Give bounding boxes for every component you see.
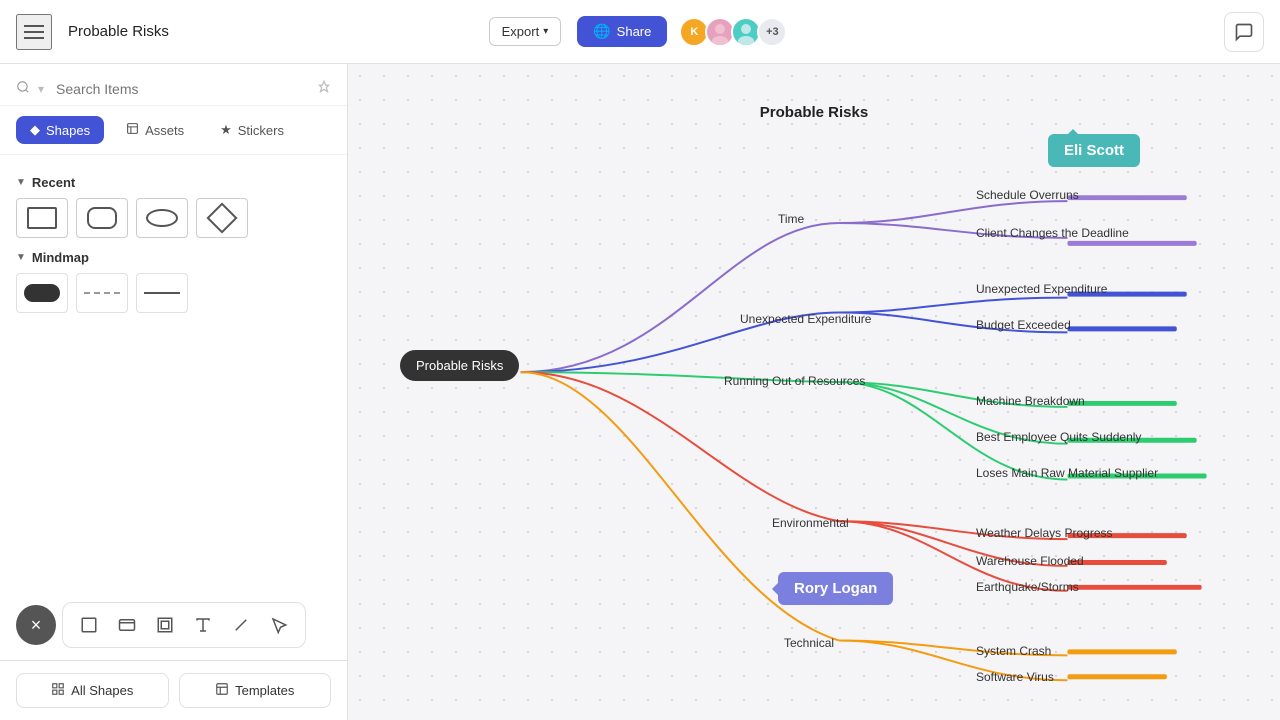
recent-shapes-grid [16,198,331,238]
eli-scott-tooltip: Eli Scott [1048,134,1140,167]
container-tool-button[interactable] [109,607,145,643]
text-tool-button[interactable] [185,607,221,643]
mindmap-svg [348,64,1280,720]
chevron-down-icon: ▼ [16,252,26,263]
chevron-down-icon: ▾ [543,26,548,37]
share-button[interactable]: 🌐 Share [577,16,667,47]
line-tool-button[interactable] [223,607,259,643]
bottom-toolbar: × [16,602,306,648]
chevron-down-icon: ▼ [16,177,26,188]
close-button[interactable]: × [16,605,56,645]
mindmap-section-header[interactable]: ▼ Mindmap [16,250,331,265]
panel-tabs: ◆ Shapes Assets ★ Stickers [0,106,347,155]
collaborators-avatars: K +3 [683,17,787,47]
search-dropdown-icon[interactable]: ▾ [38,82,44,96]
shape-rounded-rect[interactable] [76,198,128,238]
rory-logan-tooltip: Rory Logan [778,572,893,605]
shapes-icon: ◆ [30,122,40,138]
tab-assets[interactable]: Assets [112,116,198,144]
close-icon: × [31,615,42,636]
mindmap-pill-shape[interactable] [16,273,68,313]
document-title: Probable Risks [68,23,473,40]
frame-tool-button[interactable] [147,607,183,643]
shape-rectangle[interactable] [16,198,68,238]
diagram-canvas[interactable]: Probable Risks [348,64,1280,720]
mindmap-solid-line[interactable] [136,273,188,313]
avatar-overflow-count: +3 [757,17,787,47]
center-node[interactable]: Probable Risks [400,350,519,381]
export-button[interactable]: Export ▾ [489,17,562,46]
mindmap-dashed-line[interactable] [76,273,128,313]
tab-stickers[interactable]: ★ Stickers [206,116,298,144]
menu-button[interactable] [16,14,52,50]
globe-icon: 🌐 [593,23,610,40]
all-shapes-button[interactable]: All Shapes [16,673,169,708]
comment-button[interactable] [1224,12,1264,52]
shape-diamond[interactable] [196,198,248,238]
main-layout: ▾ ◆ Shapes Assets [0,64,1280,720]
templates-icon [215,682,229,699]
tab-shapes[interactable]: ◆ Shapes [16,116,104,144]
mindmap-shapes-grid [16,273,331,313]
templates-button[interactable]: Templates [179,673,332,708]
stickers-icon: ★ [220,122,232,138]
pin-icon[interactable] [317,80,331,97]
search-icon [16,80,30,97]
grid-icon [51,682,65,699]
header: Probable Risks Export ▾ 🌐 Share K +3 [0,0,1280,64]
sidebar-bottom-actions: All Shapes Templates [0,660,347,720]
search-input[interactable] [56,81,309,97]
assets-icon [126,122,139,138]
rect-tool-button[interactable] [71,607,107,643]
search-bar: ▾ [0,64,347,106]
pointer-tool-button[interactable] [261,607,297,643]
sidebar: ▾ ◆ Shapes Assets [0,64,348,720]
panel-content: ▼ Recent ▼ Mindmap [0,155,347,660]
shape-ellipse[interactable] [136,198,188,238]
recent-section-header[interactable]: ▼ Recent [16,175,331,190]
